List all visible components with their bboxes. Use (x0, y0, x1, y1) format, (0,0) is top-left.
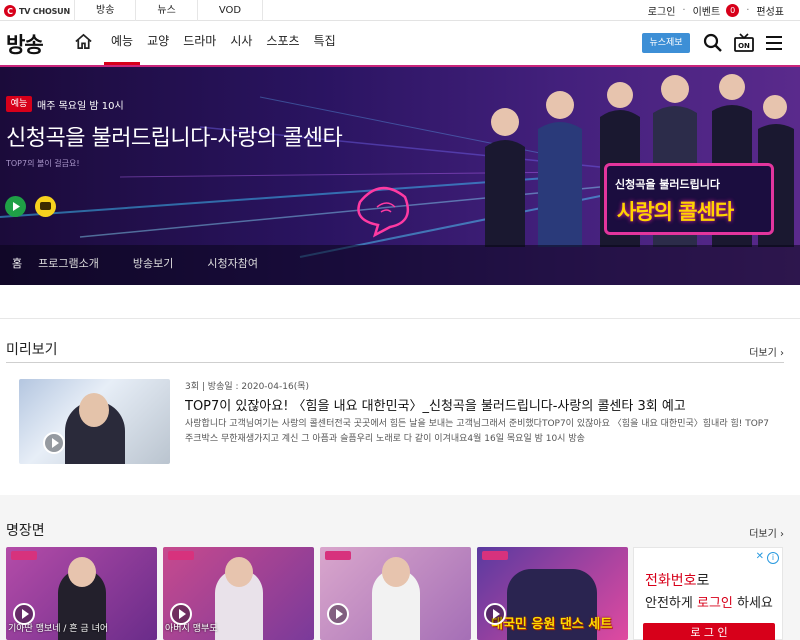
highlights-more-link[interactable]: 더보기 › (749, 525, 784, 540)
play-button-icon[interactable] (327, 603, 349, 625)
login-ad-banner[interactable]: ✕ i 전화번호로 안전하게 로그인 하세요 로 그 인 (633, 547, 783, 640)
program-corner-tag (325, 551, 351, 560)
ad-close-icon[interactable]: ✕ (756, 551, 764, 562)
preview-more-link[interactable]: 더보기 › (749, 344, 784, 359)
program-hero-banner: 신청곡을 불러드립니다 사랑의 콜센타 예능 매주 목요일 밤 10시 신청곡을… (0, 65, 800, 285)
news-tip-button[interactable]: 뉴스제보 (642, 33, 690, 53)
highlight-card[interactable]: 아버지 맹부도 (163, 547, 314, 640)
search-icon[interactable] (703, 33, 723, 53)
program-logo-card-top: 신청곡을 불러드립니다 (615, 178, 721, 191)
child-singer-face (382, 557, 410, 587)
play-button-icon[interactable] (43, 432, 65, 454)
program-subnav: 홈 프로그램소개 방송보기 시청자참여 (0, 245, 800, 285)
program-logo-card: 신청곡을 불러드립니다 사랑의 콜센타 (604, 163, 774, 235)
program-logo-card-main: 사랑의 콜센타 (617, 200, 734, 224)
event-count-badge: 0 (726, 4, 740, 17)
hamburger-menu-icon[interactable] (764, 33, 784, 53)
event-link[interactable]: 이벤트 (693, 3, 721, 18)
ad-line-1-highlight: 전화번호 (645, 573, 697, 589)
login-link[interactable]: 로그인 (648, 3, 676, 18)
subnav-viewer-participation[interactable]: 시청자참여 (207, 245, 276, 285)
subnav-watch[interactable]: 방송보기 (133, 245, 191, 285)
ad-line-1-rest: 로 (696, 573, 710, 589)
preview-episode: 3회 (185, 382, 200, 392)
program-corner-tag (11, 551, 37, 560)
utility-links: 로그인 · 이벤트 0 · 편성표 (648, 0, 784, 21)
preview-title[interactable]: TOP7이 있잖아요! 〈힘을 내요 대한민국〉_신청곡을 불러드립니다-사랑의… (185, 395, 785, 414)
highlight-caption: 대국민 응원 댄스 세트 (491, 617, 613, 632)
preview-airdate: 방송일 : 2020-04-16(목) (207, 382, 309, 392)
preview-description: 사랑합니다 고객님여기는 사랑의 콜센터전국 곳곳에서 힘든 날을 보내는 고객… (185, 419, 769, 444)
highlights-section-heading: 명장면 (6, 523, 45, 539)
main-header: 방송 예능 교양 드라마 시사 스포츠 특집 뉴스제보 ON (0, 21, 800, 65)
subnav-program-info[interactable]: 프로그램소개 (38, 245, 117, 285)
nav-current-affairs[interactable]: 시사 (223, 21, 259, 65)
ad-line-1: 전화번호로 (645, 570, 709, 590)
nav-culture[interactable]: 교양 (140, 21, 176, 65)
nav-drama[interactable]: 드라마 (176, 21, 223, 65)
utility-nav: 방송 뉴스 VOD (74, 0, 264, 21)
highlights-row: 기아딴 맹보네 / 흔 금 녀어 아버지 맹부도 대국민 응원 댄스 세트 (6, 547, 628, 640)
play-icon[interactable] (5, 196, 26, 217)
highlight-card[interactable]: 대국민 응원 댄스 세트 (477, 547, 628, 640)
section-spacer (0, 285, 800, 319)
kakaotalk-icon[interactable] (35, 196, 56, 217)
chevron-right-icon: › (780, 529, 784, 540)
tvchosun-logo[interactable]: C TV CHOSUN (4, 4, 70, 18)
ad-login-button[interactable]: 로 그 인 (643, 623, 775, 640)
singer-face (79, 393, 109, 427)
utility-nav-vod[interactable]: VOD (196, 0, 264, 21)
ad-line-2-rest: 하세요 (732, 596, 773, 611)
air-schedule: 매주 목요일 밤 10시 (37, 101, 124, 112)
ad-line-2: 안전하게 로그인 하세요 (645, 592, 773, 611)
separator-dot: · (746, 5, 750, 16)
play-button-icon[interactable] (170, 603, 192, 625)
preview-video-thumbnail[interactable] (19, 379, 170, 464)
program-corner-tag (482, 551, 508, 560)
play-triangle-icon (13, 202, 20, 211)
tvchosun-logo-mark: C (4, 5, 16, 17)
ad-info-icon[interactable]: i (767, 552, 779, 564)
chevron-right-icon: › (780, 348, 784, 359)
singer-face (68, 557, 96, 587)
subnav-home[interactable]: 홈 (12, 245, 22, 285)
program-corner-tag (168, 551, 194, 560)
program-title: 신청곡을 불러드립니다-사랑의 콜센타 (6, 126, 343, 151)
preview-section-heading: 미리보기 (6, 342, 58, 358)
highlight-card[interactable] (320, 547, 471, 640)
highlight-card[interactable]: 기아딴 맹보네 / 흔 금 녀어 (6, 547, 157, 640)
program-subtitle: TOP7의 볼이 걸금요! (6, 159, 80, 168)
ad-line-2-pre: 안전하게 (645, 596, 697, 611)
utility-nav-broadcast[interactable]: 방송 (74, 0, 135, 21)
nav-special[interactable]: 특집 (307, 21, 343, 65)
child-singer-face (225, 557, 253, 587)
genre-nav: 예능 교양 드라마 시사 스포츠 특집 (104, 21, 343, 65)
kakao-chat-bubble-icon (40, 202, 51, 210)
highlight-caption: 아버지 맹부도 (165, 624, 218, 634)
separator-dot: · (682, 5, 686, 16)
preview-more-label: 더보기 (749, 348, 777, 359)
highlights-more-label: 더보기 (749, 529, 777, 540)
preview-meta: 3회 | 방송일 : 2020-04-16(목) (185, 379, 309, 392)
play-button-icon[interactable] (13, 603, 35, 625)
schedule-link[interactable]: 편성표 (756, 3, 784, 18)
tvchosun-logo-text: TV CHOSUN (19, 6, 70, 16)
genre-badge: 예능 (6, 96, 32, 112)
preview-divider (6, 362, 784, 363)
play-button-icon[interactable] (484, 603, 506, 625)
ad-line-2-highlight: 로그인 (696, 596, 733, 611)
utility-nav-news[interactable]: 뉴스 (135, 0, 196, 21)
home-icon[interactable] (74, 32, 93, 51)
utility-bar: C TV CHOSUN 방송 뉴스 VOD 로그인 · 이벤트 0 · 편성표 (0, 0, 800, 21)
nav-entertainment[interactable]: 예능 (104, 21, 141, 65)
onair-tv-icon[interactable]: ON (733, 31, 755, 53)
site-title[interactable]: 방송 (6, 29, 44, 59)
nav-sports[interactable]: 스포츠 (259, 21, 306, 65)
svg-text:ON: ON (738, 42, 750, 50)
